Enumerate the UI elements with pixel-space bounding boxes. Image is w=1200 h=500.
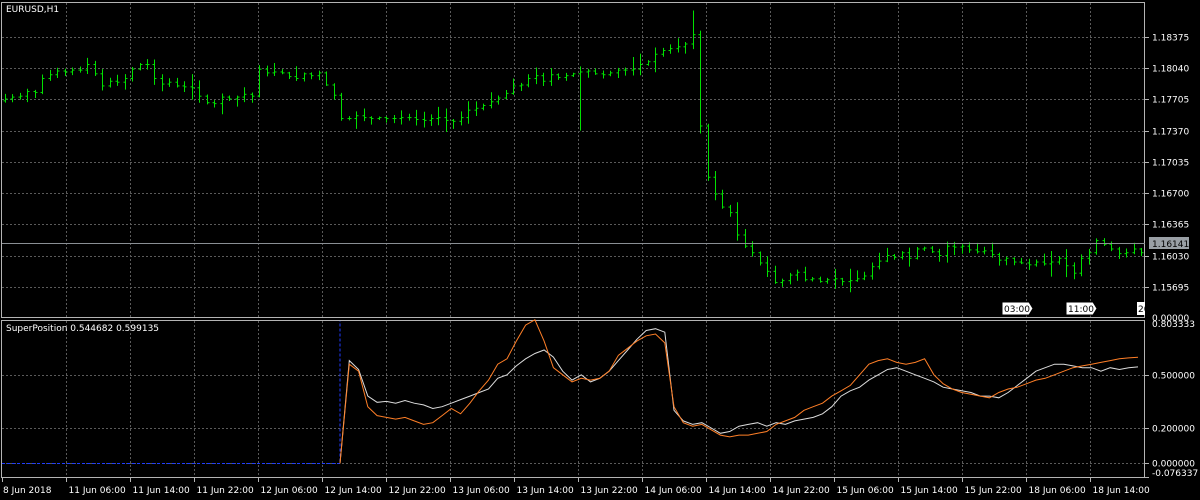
time-marker-11-label: 11:00	[1068, 305, 1094, 315]
time-label: 12 Jun 06:00	[261, 486, 318, 496]
time-label: 13 Jun 06:00	[453, 486, 510, 496]
price-tick-label: 1.17705	[1152, 96, 1189, 106]
trading-terminal[interactable]: 1.18375 1.18040 1.17705 1.17370 1.17035 1.167…	[0, 0, 1200, 500]
time-label: 8 Jun 2018	[3, 486, 52, 496]
indicator-tick-label: 0.500000	[1152, 372, 1195, 382]
symbol-label: EURUSD,H1	[6, 5, 59, 15]
indicator-label: SuperPosition 0.544682 0.599135	[6, 324, 159, 334]
price-tick-label: 1.16700	[1152, 190, 1189, 200]
time-label: 13 Jun 14:00	[517, 486, 574, 496]
price-tick-label: 1.16030	[1152, 253, 1189, 263]
time-label: 13 Jun 22:00	[581, 486, 638, 496]
time-label: 14 Jun 14:00	[709, 486, 766, 496]
indicator-top-value: 0.803333	[1152, 320, 1195, 330]
time-label: 11 Jun 06:00	[69, 486, 126, 496]
background	[0, 0, 1200, 500]
time-label: 18 Jun 06:00	[1029, 486, 1086, 496]
time-label: 15 Jun 06:00	[837, 486, 894, 496]
time-label: 11 Jun 22:00	[197, 486, 254, 496]
price-tick-label: 1.18375	[1152, 34, 1189, 44]
indicator-tick-label: 0.200000	[1152, 425, 1195, 435]
indicator-tick-label: 0.000000	[1152, 460, 1195, 470]
time-label: 14 Jun 22:00	[773, 486, 830, 496]
time-marker-03[interactable]: 03:00	[1001, 301, 1034, 316]
price-axis: 1.18375 1.18040 1.17705 1.17370 1.17035 1.167…	[1145, 34, 1189, 294]
price-tick-label: 1.18040	[1152, 65, 1189, 75]
time-marker-03-label: 03:00	[1004, 305, 1030, 315]
time-marker-20-label: 20	[1138, 305, 1150, 315]
time-label: 15 Jun 22:00	[965, 486, 1022, 496]
time-label: 15 Jun 14:00	[901, 486, 958, 496]
price-tick-label: 1.15695	[1152, 284, 1189, 294]
price-tick-label: 1.16365	[1152, 221, 1189, 231]
time-marker-11[interactable]: 11:00	[1065, 301, 1098, 316]
time-label: 12 Jun 22:00	[389, 486, 446, 496]
current-price-label: 1.16141	[1152, 240, 1189, 250]
price-tick-label: 1.17035	[1152, 159, 1189, 169]
time-label: 14 Jun 06:00	[645, 486, 702, 496]
indicator-tick-label: -0.076337	[1152, 469, 1198, 479]
time-label: 12 Jun 14:00	[325, 486, 382, 496]
time-label: 11 Jun 14:00	[133, 486, 190, 496]
price-tick-label: 1.17370	[1152, 128, 1189, 138]
time-label: 18 Jun 14:00	[1093, 486, 1150, 496]
